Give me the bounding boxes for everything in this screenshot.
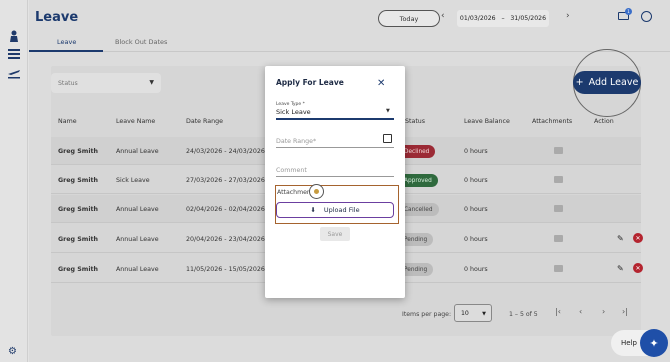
chevron-down-icon: ▼ <box>386 108 390 114</box>
column-header-leave-balance: Leave Balance <box>464 118 510 125</box>
column-header-name: Name <box>58 118 77 125</box>
attachment-icon[interactable] <box>554 205 563 212</box>
upload-file-button[interactable]: ⬇ Upload File <box>276 202 394 218</box>
column-header-leave-name: Leave Name <box>116 118 156 125</box>
cell-name: Greg Smith <box>58 177 98 184</box>
chevron-down-icon: ▼ <box>482 311 486 317</box>
cell-name: Greg Smith <box>58 266 98 273</box>
leave-type-label: Leave Type * <box>276 102 305 107</box>
save-button[interactable]: Save <box>320 227 350 241</box>
plane-icon[interactable] <box>6 65 22 81</box>
add-leave-button[interactable]: + Add Leave <box>573 71 641 94</box>
dialog-title: Apply For Leave <box>276 78 344 87</box>
pencil-icon[interactable]: ✎ <box>617 264 624 273</box>
plus-icon: + <box>575 77 584 88</box>
leave-type-underline <box>276 118 394 120</box>
cell-name: Greg Smith <box>58 148 98 155</box>
cell-leave-name: Annual Leave <box>116 266 159 273</box>
cell-name: Greg Smith <box>58 236 98 243</box>
date-range-picker[interactable]: 01/03/2026 – 31/05/2026 <box>457 10 549 27</box>
delete-icon[interactable]: ✕ <box>633 263 643 273</box>
today-button[interactable]: Today <box>378 10 440 27</box>
upload-label: Upload File <box>323 206 360 214</box>
page-range-label: 1 – 5 of 5 <box>509 311 538 318</box>
first-page-icon[interactable]: |‹ <box>555 307 561 316</box>
click-indicator <box>309 184 324 199</box>
items-per-page-select[interactable]: 10 ▼ <box>454 304 492 322</box>
column-header-status: Status <box>405 118 426 125</box>
date-to: 31/05/2026 <box>510 15 547 22</box>
column-header-date-range: Date Range <box>186 118 224 125</box>
cell-name: Greg Smith <box>58 206 98 213</box>
cell-leave-balance: 0 hours <box>464 266 488 273</box>
cell-date-range: 20/04/2026 - 23/04/2026 <box>186 236 265 243</box>
next-page-icon[interactable]: › <box>602 307 605 316</box>
leave-type-select[interactable]: Sick Leave <box>276 108 311 116</box>
items-per-page-label: Items per page: <box>402 311 452 318</box>
last-page-icon[interactable]: ›| <box>622 307 628 316</box>
delete-icon[interactable]: ✕ <box>633 233 643 243</box>
per-page-value: 10 <box>461 309 469 317</box>
gear-icon[interactable]: ⚙ <box>8 346 17 357</box>
column-header-attachments: Attachments <box>532 118 573 125</box>
page-title: Leave <box>35 10 79 25</box>
user-icon[interactable] <box>641 11 652 22</box>
attachment-icon[interactable] <box>554 265 563 272</box>
cell-leave-name: Annual Leave <box>116 206 159 213</box>
upload-icon: ⬇ <box>310 206 316 214</box>
cell-date-range: 11/05/2026 - 15/05/2026 <box>186 266 265 273</box>
cell-leave-balance: 0 hours <box>464 206 488 213</box>
sparkle-icon[interactable]: ✦ <box>640 329 668 357</box>
mail-badge: 1 <box>625 8 632 15</box>
comment-field[interactable]: Comment <box>276 167 307 174</box>
attachment-icon[interactable] <box>554 235 563 242</box>
calendar-icon[interactable] <box>383 134 392 143</box>
next-range-icon[interactable]: › <box>566 11 570 21</box>
cell-date-range: 27/03/2026 - 27/03/2026 <box>186 177 265 184</box>
attachment-icon[interactable] <box>554 147 563 154</box>
date-separator: – <box>501 15 505 22</box>
date-range-field[interactable]: Date Range* <box>276 138 316 145</box>
tab-bar: Leave Block Out Dates <box>29 36 670 52</box>
comment-underline <box>276 176 394 177</box>
help-label: Help <box>621 339 637 347</box>
cell-date-range: 24/03/2026 - 24/03/2026 <box>186 148 265 155</box>
date-range-underline <box>276 147 394 148</box>
person-icon[interactable] <box>6 28 22 44</box>
pencil-icon[interactable]: ✎ <box>617 234 624 243</box>
date-from: 01/03/2026 <box>459 15 496 22</box>
tab-block-out-dates[interactable]: Block Out Dates <box>115 38 167 46</box>
attachment-icon[interactable] <box>554 176 563 183</box>
add-leave-label: Add Leave <box>588 77 639 88</box>
prev-page-icon[interactable]: ‹ <box>579 307 582 316</box>
cell-leave-balance: 0 hours <box>464 236 488 243</box>
cell-leave-name: Sick Leave <box>116 177 150 184</box>
cell-date-range: 02/04/2026 - 02/04/2026 <box>186 206 265 213</box>
cell-leave-balance: 0 hours <box>464 177 488 184</box>
list-icon[interactable] <box>6 46 22 62</box>
active-tab-indicator <box>29 50 103 52</box>
cell-leave-balance: 0 hours <box>464 148 488 155</box>
prev-range-icon[interactable]: ‹ <box>441 11 445 21</box>
status-filter-placeholder: Status <box>58 79 78 87</box>
cell-leave-name: Annual Leave <box>116 148 159 155</box>
column-header-action: Action <box>594 118 614 125</box>
attachment-label: Attachment <box>277 189 314 196</box>
chevron-down-icon: ▼ <box>149 79 154 86</box>
close-icon[interactable]: ✕ <box>377 78 385 89</box>
status-filter[interactable]: Status ▼ <box>51 73 161 93</box>
tab-leave[interactable]: Leave <box>57 38 76 46</box>
left-rail <box>0 0 28 362</box>
cell-leave-name: Annual Leave <box>116 236 159 243</box>
apply-leave-dialog: Apply For Leave ✕ Leave Type * Sick Leav… <box>265 66 405 298</box>
